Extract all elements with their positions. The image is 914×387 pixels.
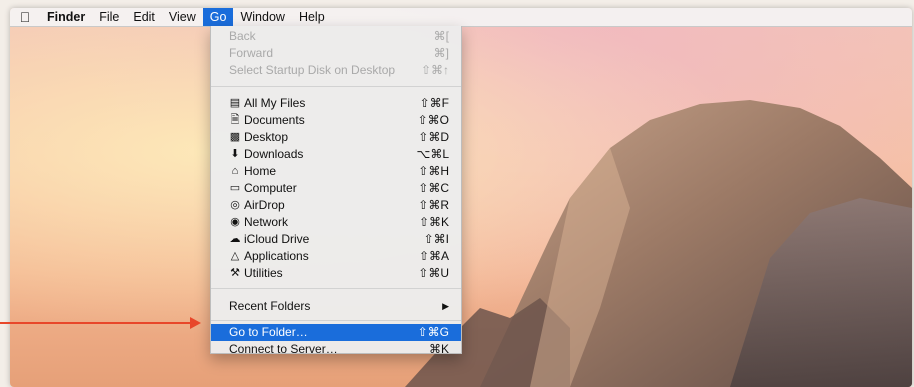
menu-separator (211, 288, 461, 289)
menu-item-shortcut: ⇧⌘U (418, 266, 449, 280)
menu-help[interactable]: Help (292, 8, 332, 26)
annotation-arrow-line (0, 322, 192, 324)
menu-view[interactable]: View (162, 8, 203, 26)
menu-item-icloud-drive[interactable]: ☁ iCloud Drive ⇧⌘I (211, 231, 461, 248)
menu-item-label: Utilities (244, 266, 283, 280)
menu-item-shortcut: ⇧⌘R (418, 198, 449, 212)
menu-item-label: Downloads (244, 147, 304, 161)
menu-item-back[interactable]: Back ⌘[ (211, 28, 461, 45)
icloud-icon: ☁ (229, 233, 241, 245)
documents-icon: 🗎 (230, 114, 240, 126)
submenu-arrow-icon: ▶ (442, 301, 449, 311)
utilities-icon: ⚒ (230, 267, 240, 279)
apple-logo-icon[interactable]:  (10, 9, 40, 25)
menu-item-label: Select Startup Disk on Desktop (229, 63, 396, 77)
menu-item-label: Go to Folder… (229, 325, 308, 339)
menu-item-label: Home (244, 164, 277, 178)
menu-item-label: Documents (244, 113, 305, 127)
menu-item-recent-folders[interactable]: Recent Folders ▶ (211, 298, 461, 315)
applications-icon: △ (230, 250, 240, 262)
downloads-icon: ⬇ (230, 148, 240, 160)
menu-separator (211, 320, 461, 321)
go-menu-dropdown: Back ⌘[ Forward ⌘] Select Startup Disk o… (210, 26, 462, 356)
menu-item-shortcut: ⇧⌘I (423, 232, 449, 246)
menu-item-label: Back (229, 29, 256, 43)
menu-window[interactable]: Window (233, 8, 291, 26)
menu-item-shortcut: ⇧⌘K (418, 215, 449, 229)
menu-finder[interactable]: Finder (40, 8, 92, 26)
menu-item-applications[interactable]: △ Applications ⇧⌘A (211, 248, 461, 265)
menu-item-shortcut: ⇧⌘D (418, 130, 449, 144)
menu-file[interactable]: File (92, 8, 126, 26)
menu-item-network[interactable]: ◉ Network ⇧⌘K (211, 214, 461, 231)
menu-item-shortcut: ⇧⌘O (417, 113, 449, 127)
menu-item-shortcut: ⌘] (433, 46, 449, 60)
menu-item-shortcut: ⇧⌘C (418, 181, 449, 195)
menu-item-label: Forward (229, 46, 274, 60)
menu-separator (211, 86, 461, 87)
menu-item-documents[interactable]: 🗎 Documents ⇧⌘O (211, 112, 461, 129)
menu-item-shortcut: ⌘[ (433, 29, 449, 43)
menu-item-label: Desktop (244, 130, 289, 144)
menu-item-utilities[interactable]: ⚒ Utilities ⇧⌘U (211, 265, 461, 282)
menu-item-select-startup-disk[interactable]: Select Startup Disk on Desktop ⇧⌘↑ (211, 62, 461, 79)
menu-item-label: iCloud Drive (244, 232, 310, 246)
airdrop-icon: ◎ (230, 199, 240, 211)
menu-item-airdrop[interactable]: ◎ AirDrop ⇧⌘R (211, 197, 461, 214)
menu-item-shortcut: ⇧⌘H (418, 164, 449, 178)
desktop-icon: ▩ (229, 131, 241, 143)
desktop-screen:  Finder File Edit View Go Window Help B… (10, 8, 912, 387)
menu-item-label: Computer (244, 181, 297, 195)
menu-item-connect-to-server[interactable]: Connect to Server… ⌘K (211, 341, 461, 358)
computer-icon: ▭ (229, 182, 241, 194)
menu-item-computer[interactable]: ▭ Computer ⇧⌘C (211, 180, 461, 197)
menu-edit[interactable]: Edit (126, 8, 162, 26)
menu-item-label: AirDrop (244, 198, 285, 212)
menu-item-go-to-folder[interactable]: Go to Folder… ⇧⌘G (211, 324, 461, 341)
menu-item-label: Network (244, 215, 289, 229)
menu-item-forward[interactable]: Forward ⌘] (211, 45, 461, 62)
home-icon: ⌂ (231, 165, 239, 177)
menu-item-shortcut: ⇧⌘G (417, 325, 449, 339)
network-icon: ◉ (230, 216, 240, 228)
menu-item-shortcut: ⌥⌘L (416, 147, 449, 161)
annotation-arrow-head-icon (190, 317, 201, 329)
menu-go[interactable]: Go (202, 8, 234, 26)
menu-item-label: All My Files (244, 96, 306, 110)
menu-item-all-my-files[interactable]: ▤ All My Files ⇧⌘F (211, 95, 461, 112)
menu-item-shortcut: ⇧⌘↑ (420, 63, 449, 77)
menu-item-shortcut: ⇧⌘A (418, 249, 449, 263)
menu-item-home[interactable]: ⌂ Home ⇧⌘H (211, 163, 461, 180)
all-files-icon: ▤ (229, 97, 241, 109)
menu-item-label: Recent Folders (229, 299, 311, 313)
menu-item-desktop[interactable]: ▩ Desktop ⇧⌘D (211, 129, 461, 146)
menu-item-shortcut: ⇧⌘F (419, 96, 449, 110)
menu-item-label: Applications (244, 249, 309, 263)
menu-bar:  Finder File Edit View Go Window Help (10, 8, 912, 27)
menu-item-shortcut: ⌘K (428, 342, 449, 356)
menu-item-downloads[interactable]: ⬇ Downloads ⌥⌘L (211, 146, 461, 163)
menu-item-label: Connect to Server… (229, 342, 338, 356)
